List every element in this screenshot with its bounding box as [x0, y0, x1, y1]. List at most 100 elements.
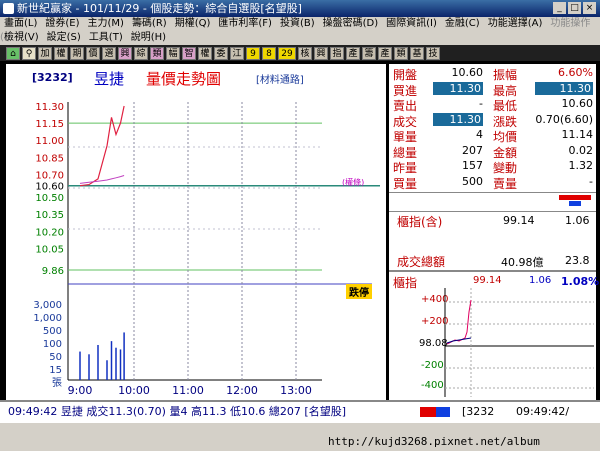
ticker-text: 09:49:42 昱捷 成交11.3(0.70) 量4 高11.3 低10.6 …	[8, 405, 347, 418]
bid-bar	[559, 195, 591, 200]
limit-badge: 跌停	[346, 284, 372, 299]
toolbar-button[interactable]: 9	[246, 46, 260, 60]
toolbar-button[interactable]: 產	[346, 46, 360, 60]
toolbar-button[interactable]: 綜	[134, 46, 148, 60]
quote-label: 均價	[493, 130, 518, 144]
price-tick-label: 10.35	[35, 210, 64, 221]
quote-label: 開盤	[393, 68, 418, 82]
menu-item[interactable]: 功能選擇(A)	[488, 18, 543, 29]
app-icon	[3, 3, 14, 14]
quote-label: 買量	[393, 176, 418, 191]
menu-item[interactable]: 證券(E)	[45, 18, 79, 29]
toolbar-button[interactable]: 選	[102, 46, 116, 60]
menu-item[interactable]: 主力(M)	[88, 18, 124, 29]
price-tick-label: 9.86	[42, 266, 64, 277]
menu-item[interactable]: 投資(B)	[280, 18, 315, 29]
index-label: 櫃指(含)	[397, 215, 443, 229]
time-tick-label: 9:00	[68, 384, 93, 397]
turnover-value: 40.98億	[501, 256, 544, 269]
turnover-change: 23.8	[565, 254, 590, 267]
toolbar-button[interactable]: 技	[426, 46, 440, 60]
toolbar-button[interactable]: 智	[182, 46, 196, 60]
toolbar-button[interactable]: 29	[278, 46, 296, 60]
average-line	[79, 175, 125, 184]
time-tick-label: 12:00	[226, 384, 258, 397]
volume-tick-label: 100	[43, 339, 62, 350]
turnover-label: 成交總額	[397, 255, 446, 269]
window-title: 新世紀贏家 - 101/11/29 - 個股走勢：綜合自選股[名望股]	[17, 2, 302, 15]
minimize-button[interactable]: _	[553, 2, 566, 14]
quote-value: 11.30	[433, 112, 483, 126]
menu-item[interactable]: 金融(C)	[445, 18, 480, 29]
toolbar-button[interactable]: 8	[262, 46, 276, 60]
window-controls[interactable]: _ □ ×	[553, 2, 596, 14]
toolbar-button[interactable]: 價	[86, 46, 100, 60]
search-icon[interactable]: ⚲	[22, 46, 36, 60]
toolbar-button[interactable]: 類	[394, 46, 408, 60]
menu-item[interactable]: 操盤密碼(D)	[323, 18, 379, 29]
volume-tick-label: 15	[49, 365, 62, 376]
quote-value: -	[589, 174, 593, 188]
toolbar-button[interactable]: 委	[214, 46, 228, 60]
quote-value: 0.02	[568, 143, 594, 157]
toolbar-button[interactable]: 興	[118, 46, 132, 60]
price-tick-label: 10.20	[35, 227, 64, 238]
toolbar-button[interactable]: 權	[54, 46, 68, 60]
menu-item[interactable]: 檢視(V)	[4, 32, 39, 43]
menu-item[interactable]: 畫面(L)	[4, 18, 37, 29]
quote-value: 1.32	[568, 159, 594, 172]
quote-label: 昨量	[393, 161, 418, 175]
toolbar-button[interactable]: 指	[330, 46, 344, 60]
ticker-time: 09:49:42/	[516, 405, 570, 418]
quote-label: 最低	[493, 99, 518, 113]
toolbar-button[interactable]: 核	[298, 46, 312, 60]
menu-item[interactable]: 匯市利率(F)	[218, 18, 272, 29]
quote-value: 10.60	[561, 97, 594, 110]
index-change: 1.06	[565, 214, 590, 227]
toolbar-button[interactable]: 興	[314, 46, 328, 60]
ticker-bar: 09:49:42 昱捷 成交11.3(0.70) 量4 高11.3 低10.6 …	[0, 400, 600, 422]
chart-panel: [3232] 昱捷 量價走勢圖 [材料通路] 11.30 11.15 11.00 10…	[6, 64, 386, 400]
quote-label: 單量	[393, 130, 418, 144]
price-tick-label: 11.00	[35, 136, 64, 147]
toolbar-button[interactable]: 江	[230, 46, 244, 60]
mini-index-chart: 櫃指 99.14 1.06 1.08% +400 +200 98.08 -200…	[389, 270, 599, 402]
watermark-url: http://kujd3268.pixnet.net/album	[328, 435, 540, 448]
maximize-button[interactable]: □	[568, 2, 581, 14]
toolbar-button[interactable]: 權	[198, 46, 212, 60]
quote-value: -	[479, 97, 483, 110]
toolbar-button[interactable]: 籌	[362, 46, 376, 60]
toolbar-button[interactable]: 幅	[166, 46, 180, 60]
toolbar-button[interactable]: 加	[38, 46, 52, 60]
ticker-blue-bar	[436, 407, 450, 417]
toolbar-button[interactable]: 基	[410, 46, 424, 60]
price-line	[79, 105, 125, 187]
quote-value: 6.60%	[558, 66, 593, 79]
quote-label: 變動	[493, 161, 518, 175]
volume-tick-label: 50	[49, 352, 62, 363]
price-tick-label: 10.50	[35, 193, 64, 204]
menu-item[interactable]: 國際資訊(I)	[386, 18, 437, 29]
toolbar-button[interactable]: 期	[70, 46, 84, 60]
reference-label: (權條)	[342, 178, 365, 187]
menu-item[interactable]: 期權(Q)	[175, 18, 211, 29]
quote-label: 賣量	[493, 176, 518, 191]
quote-panel: 開盤 10.60 振幅 6.60% 買進 11.30 最高 11.30 賣出 - 最低 10.60 成交…	[389, 64, 599, 402]
menu-item[interactable]: 工具(T)	[89, 32, 123, 43]
quote-value: 11.14	[561, 128, 594, 141]
quote-label: 賣出	[393, 99, 418, 113]
quote-value: 10.60	[451, 66, 484, 79]
menu-bar-row2: 檢視(V) 設定(S) 工具(T) 說明(H)	[0, 31, 600, 45]
close-button[interactable]: ×	[583, 2, 596, 14]
price-tick-label: 10.60	[35, 182, 64, 193]
toolbar-button[interactable]: 產	[378, 46, 392, 60]
home-icon[interactable]: ⌂	[6, 46, 20, 60]
menu-item[interactable]: 設定(S)	[47, 32, 81, 43]
index-value: 99.14	[503, 214, 535, 227]
ask-bar	[569, 201, 581, 206]
menu-item[interactable]: 籌碼(R)	[132, 18, 167, 29]
quote-label: 金額	[493, 145, 518, 160]
toolbar: ⌂ ⚲ 加 權 期 價 選 興 綜 類 幅 智 權 委 江 9 8 29 核 興…	[0, 45, 600, 61]
toolbar-button[interactable]: 類	[150, 46, 164, 60]
menu-item[interactable]: 說明(H)	[131, 32, 166, 43]
